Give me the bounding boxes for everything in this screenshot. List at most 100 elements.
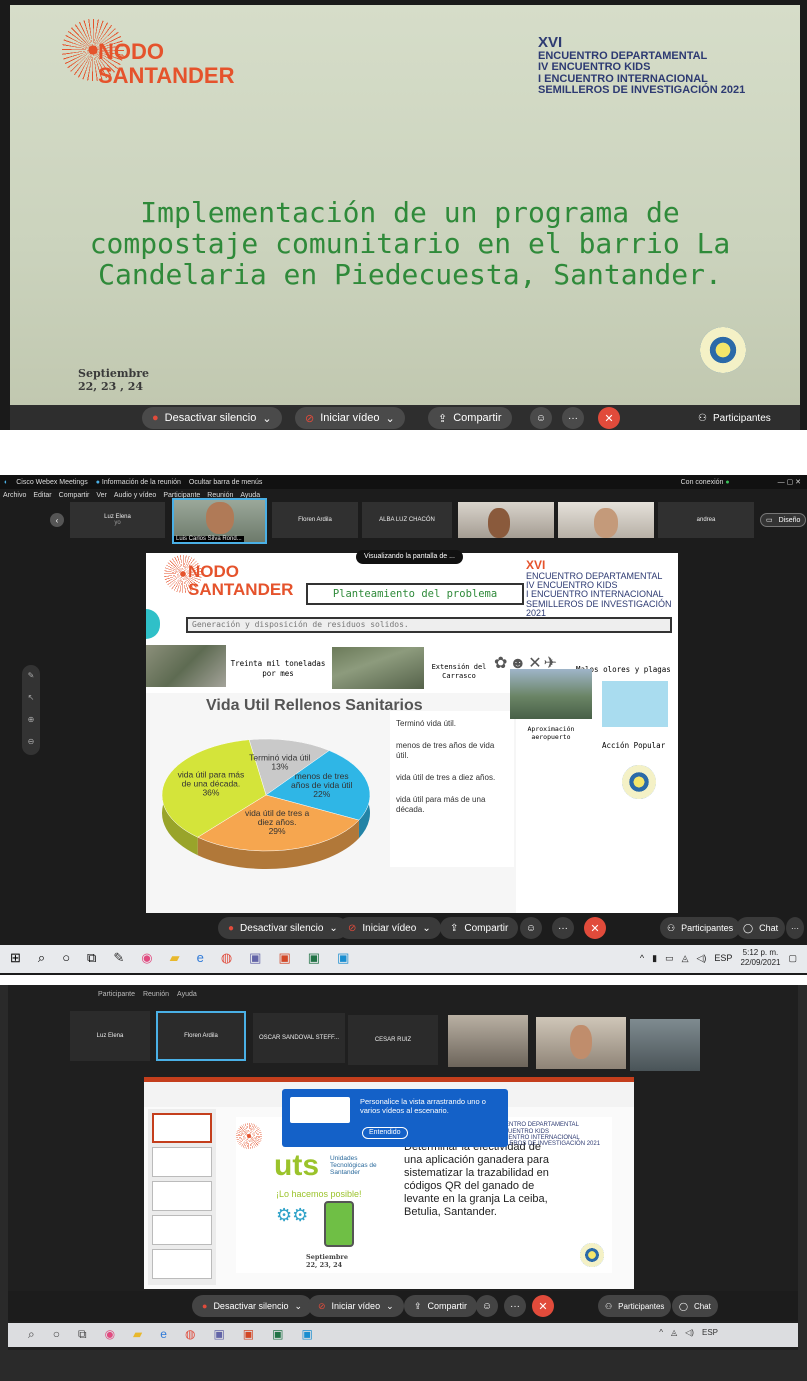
cortana-icon[interactable]: ○ — [53, 1327, 60, 1342]
hide-menu-link[interactable]: Ocultar barra de menús — [189, 479, 263, 486]
window-controls[interactable]: — ▢ ✕ — [778, 478, 801, 486]
webex-app-icon[interactable]: ▣ — [337, 950, 349, 966]
share-button[interactable]: ⇪ Compartir — [428, 407, 512, 429]
file-explorer-icon[interactable]: ▰ — [133, 1327, 142, 1342]
participants-button[interactable]: ⚇ Participantes — [692, 407, 777, 429]
share-button[interactable]: ⇪ Compartir — [404, 1295, 478, 1317]
participant-tile[interactable] — [630, 1019, 700, 1071]
scroll-left-button[interactable]: ‹ — [50, 513, 64, 527]
chrome-icon[interactable]: ◍ — [221, 950, 232, 966]
layout-button[interactable]: ▭ Diseño — [760, 513, 807, 527]
menu-item[interactable]: Ayuda — [177, 991, 197, 998]
reactions-button[interactable]: ☺ — [530, 407, 552, 429]
notification-icon[interactable]: ▢ — [788, 953, 797, 964]
edge-icon[interactable]: e — [160, 1327, 167, 1342]
share-button[interactable]: ⇪ Compartir — [440, 917, 519, 939]
chat-button[interactable]: ◯ Chat — [672, 1295, 718, 1317]
wifi-icon[interactable]: ◬ — [671, 1328, 677, 1337]
reactions-button[interactable]: ☺ — [520, 917, 542, 939]
paint-icon[interactable]: ◉ — [105, 1327, 115, 1342]
chrome-icon[interactable]: ◍ — [185, 1327, 195, 1342]
powerpoint-icon[interactable]: ▣ — [278, 950, 290, 966]
participants-button[interactable]: ⚇ Participantes — [598, 1295, 672, 1317]
menu-bar: Archivo Editar Compartir Ver Audio y víd… — [0, 489, 807, 502]
start-video-button[interactable]: ⊘ Iniciar vídeo ⌄ — [308, 1295, 404, 1317]
menu-item[interactable]: Participante — [98, 991, 135, 998]
pointer-icon[interactable]: ↖ — [22, 687, 40, 709]
participant-tile[interactable]: andrea — [658, 502, 754, 538]
mic-tray-icon[interactable]: ▮ — [652, 953, 657, 964]
meeting-info-link[interactable]: ● Información de la reunión — [96, 479, 181, 486]
search-icon[interactable]: ⌕ — [38, 950, 45, 966]
leave-button[interactable]: ✕ — [584, 917, 606, 939]
menu-item[interactable]: Audio y vídeo — [114, 492, 156, 499]
understood-button[interactable]: Entendido — [362, 1127, 408, 1139]
mute-button[interactable]: ● Desactivar silencio ⌄ — [218, 917, 348, 939]
menu-item[interactable]: Archivo — [3, 492, 26, 499]
menu-item[interactable]: Compartir — [59, 492, 90, 499]
participant-tile-active[interactable]: Luis Carlos Silva Rond... — [172, 498, 267, 544]
microphone-app-icon[interactable]: ✎ — [113, 950, 124, 966]
leave-button[interactable]: ✕ — [532, 1295, 554, 1317]
clock[interactable]: 5:12 p. m. 22/09/2021 — [740, 948, 780, 968]
slide-thumb[interactable] — [152, 1181, 212, 1211]
slide-thumb[interactable] — [152, 1113, 212, 1143]
teams-icon[interactable]: ▣ — [249, 950, 261, 966]
slide-thumb[interactable] — [152, 1215, 212, 1245]
zoom-in-icon[interactable]: ⊕ — [22, 709, 40, 731]
zoom-out-icon[interactable]: ⊖ — [22, 731, 40, 753]
start-video-button[interactable]: ⊘ Iniciar vídeo ⌄ — [295, 407, 405, 429]
start-video-button[interactable]: ⊘ Iniciar vídeo ⌄ — [338, 917, 441, 939]
windows-start-icon[interactable]: ⊞ — [10, 950, 21, 966]
slide-thumb[interactable] — [152, 1147, 212, 1177]
search-icon[interactable]: ⌕ — [28, 1327, 35, 1342]
participant-tile[interactable] — [558, 502, 654, 538]
cortana-icon[interactable]: ○ — [62, 950, 70, 966]
mute-button[interactable]: ● Desactivar silencio ⌄ — [192, 1295, 313, 1317]
powerpoint-icon[interactable]: ▣ — [243, 1327, 254, 1342]
task-view-icon[interactable]: ⧉ — [78, 1327, 87, 1342]
more-button[interactable]: ··· — [552, 917, 574, 939]
participant-tile[interactable]: CESAR RUIZ — [348, 1015, 438, 1065]
menu-item[interactable]: Ver — [96, 492, 107, 499]
reactions-button[interactable]: ☺ — [476, 1295, 498, 1317]
participant-tile[interactable]: Luz Elena yo — [70, 502, 165, 538]
language-indicator[interactable]: ESP — [714, 953, 732, 963]
participant-tile[interactable] — [458, 502, 554, 538]
file-explorer-icon[interactable]: ▰ — [170, 950, 180, 966]
paint-icon[interactable]: ◉ — [141, 950, 152, 966]
menu-item[interactable]: Reunión — [143, 991, 169, 998]
wifi-icon[interactable]: ◬ — [682, 953, 689, 964]
more-options-button[interactable]: ··· — [786, 917, 804, 939]
battery-icon[interactable]: ▭ — [665, 953, 674, 964]
teams-icon[interactable]: ▣ — [213, 1327, 224, 1342]
chevron-up-icon[interactable]: ^ — [640, 953, 644, 963]
date-line: 22, 23 , 24 — [78, 380, 144, 393]
participant-tile[interactable] — [448, 1015, 528, 1067]
chevron-up-icon[interactable]: ^ — [659, 1328, 663, 1337]
meeting-controls-bar: ● Desactivar silencio ⌄ ⊘ Iniciar vídeo … — [8, 1291, 798, 1321]
slide-thumb[interactable] — [152, 1249, 212, 1279]
participant-tile[interactable]: ALBA LUZ CHACÓN — [362, 502, 452, 538]
participant-tile-active[interactable]: Floren Ardila — [156, 1011, 246, 1061]
excel-icon[interactable]: ▣ — [308, 950, 320, 966]
annotate-icon[interactable]: ✎ — [22, 665, 40, 687]
participants-button[interactable]: ⚇ Participantes — [660, 917, 741, 939]
leave-button[interactable]: ✕ — [598, 407, 620, 429]
chat-button[interactable]: ◯ Chat — [736, 917, 786, 939]
excel-icon[interactable]: ▣ — [272, 1327, 283, 1342]
volume-icon[interactable]: ◁) — [697, 953, 707, 964]
more-button[interactable]: ··· — [504, 1295, 526, 1317]
edge-icon[interactable]: e — [197, 950, 204, 966]
mute-button[interactable]: ● Desactivar silencio ⌄ — [142, 407, 282, 429]
language-indicator[interactable]: ESP — [702, 1328, 718, 1337]
participant-tile[interactable]: Luz Elena — [70, 1011, 150, 1061]
participant-tile[interactable]: Floren Ardila — [272, 502, 358, 538]
volume-icon[interactable]: ◁) — [685, 1328, 694, 1337]
participant-tile[interactable]: OSCAR SANDOVAL STEFF... — [253, 1013, 345, 1063]
participant-tile[interactable] — [536, 1017, 626, 1069]
webex-app-icon[interactable]: ▣ — [301, 1327, 312, 1342]
task-view-icon[interactable]: ⧉ — [87, 950, 96, 966]
menu-item[interactable]: Editar — [33, 492, 51, 499]
more-button[interactable]: ··· — [562, 407, 584, 429]
